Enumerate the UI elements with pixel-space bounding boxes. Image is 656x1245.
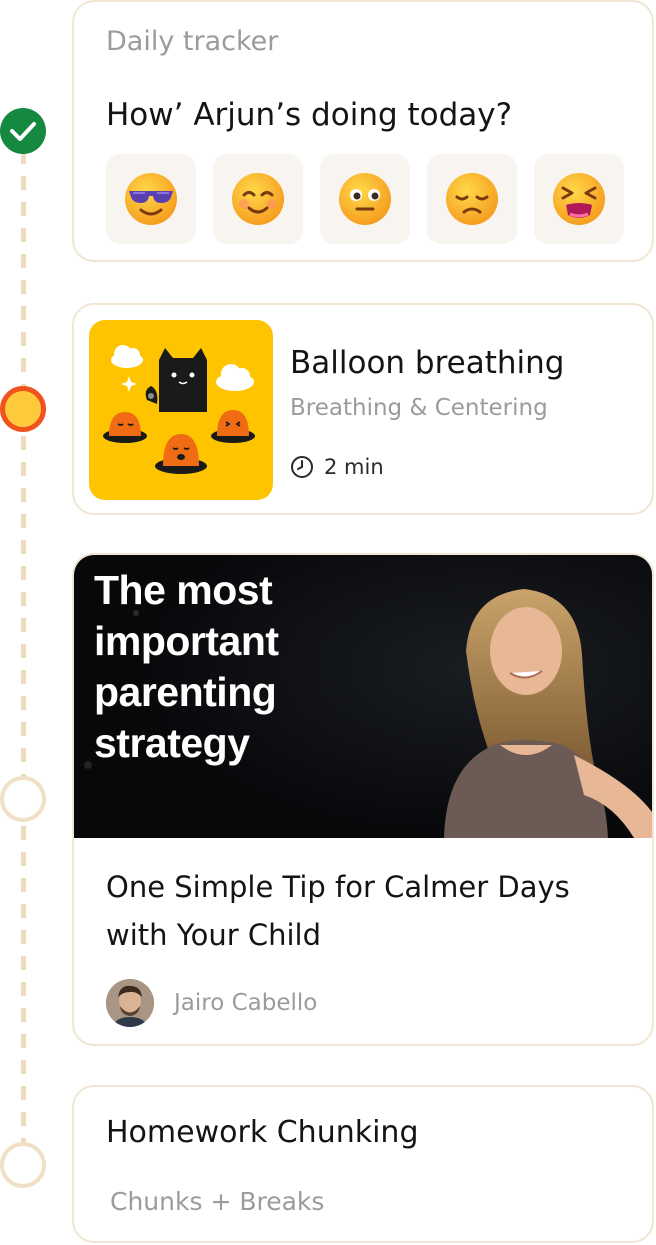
activity-category: Breathing & Centering bbox=[290, 395, 548, 421]
completed-check-icon bbox=[0, 108, 46, 154]
mood-option-neutral[interactable] bbox=[320, 154, 410, 244]
sad-face-icon bbox=[446, 173, 498, 225]
activity-duration: 2 min bbox=[290, 455, 384, 479]
video-card[interactable]: The most important parenting strategy On… bbox=[72, 553, 654, 1046]
thumbnail-headline: The most important parenting strategy bbox=[94, 567, 279, 766]
current-step-marker bbox=[0, 386, 46, 432]
mood-option-sad[interactable] bbox=[427, 154, 517, 244]
mood-options bbox=[106, 154, 624, 244]
activity-title: Balloon breathing bbox=[290, 345, 565, 381]
activity-card[interactable]: Balloon breathing Breathing & Centering … bbox=[72, 303, 654, 515]
smiling-face-icon bbox=[232, 173, 284, 225]
video-thumbnail[interactable]: The most important parenting strategy bbox=[74, 555, 652, 838]
author-name: Jairo Cabello bbox=[174, 990, 318, 1016]
cool-face-icon bbox=[125, 173, 177, 225]
duration-text: 2 min bbox=[324, 455, 384, 479]
neutral-face-icon bbox=[339, 173, 391, 225]
timeline-line bbox=[21, 150, 26, 1150]
tracker-label: Daily tracker bbox=[106, 26, 279, 57]
mood-option-cool[interactable] bbox=[106, 154, 196, 244]
cat-illustration-icon bbox=[103, 345, 255, 474]
author-row: Jairo Cabello bbox=[106, 979, 317, 1027]
mood-option-happy[interactable] bbox=[213, 154, 303, 244]
upcoming-step-marker bbox=[0, 776, 46, 822]
video-title: One Simple Tip for Calmer Days with Your… bbox=[106, 870, 570, 952]
activity-thumbnail bbox=[89, 320, 273, 500]
upcoming-step-marker bbox=[0, 1142, 46, 1188]
homework-subtitle: Chunks + Breaks bbox=[110, 1187, 325, 1216]
mood-option-tired[interactable] bbox=[534, 154, 624, 244]
homework-title: Homework Chunking bbox=[106, 1115, 419, 1150]
tired-face-icon bbox=[553, 173, 605, 225]
daily-tracker-card: Daily tracker How’ Arjun’s doing today? bbox=[72, 0, 654, 262]
avatar bbox=[106, 979, 154, 1027]
clock-icon bbox=[291, 456, 313, 478]
homework-card[interactable]: Homework Chunking Chunks + Breaks bbox=[72, 1085, 654, 1243]
tracker-question: How’ Arjun’s doing today? bbox=[106, 97, 513, 133]
